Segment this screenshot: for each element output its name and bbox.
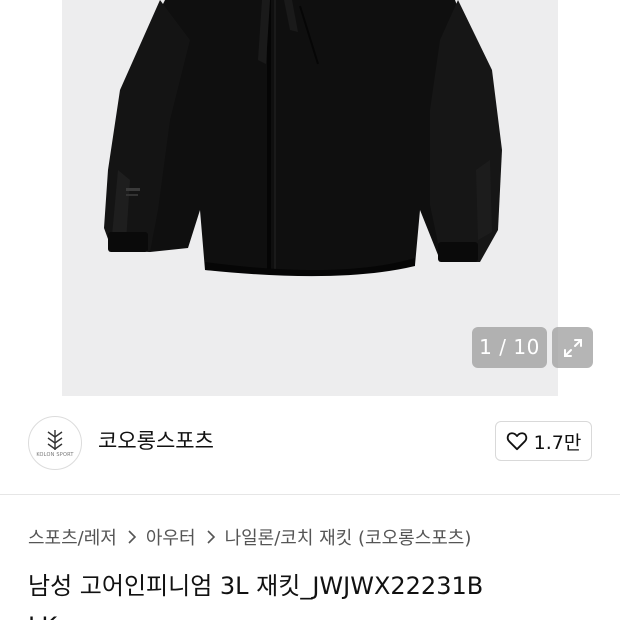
image-counter: 1 / 10 [472,327,547,368]
store-name[interactable]: 코오롱스포츠 [98,424,214,458]
logo-text: KOLON SPORT [36,451,74,458]
breadcrumb: 스포츠/레저 아우터 나일론/코치 재킷 (코오롱스포츠) [28,524,471,550]
product-image-gallery[interactable]: 1 / 10 [0,0,620,396]
like-count: 1.7만 [533,431,582,454]
like-button[interactable]: 1.7만 [495,421,592,461]
chevron-right-icon [206,530,215,544]
breadcrumb-item-category[interactable]: 나일론/코치 재킷 (코오롱스포츠) [225,524,472,550]
store-logo[interactable]: KOLON SPORT [28,416,82,470]
kolon-logo-icon [47,429,63,450]
product-page: 1 / 10 KOLON SPORT 코오롱스포츠 1.7만 스포츠/레저 아우… [0,0,620,620]
store-row: KOLON SPORT 코오롱스포츠 1.7만 [0,396,620,495]
breadcrumb-item-sports[interactable]: 스포츠/레저 [28,524,117,550]
expand-icon [563,338,582,357]
product-title: 남성 고어인피니엄 3L 재킷_JWJWX22231B [28,572,484,600]
heart-icon [506,432,527,451]
product-title-continued: LK [28,606,57,620]
chevron-right-icon [128,530,137,544]
breadcrumb-item-outer[interactable]: 아우터 [146,524,196,550]
expand-button[interactable] [552,327,593,368]
